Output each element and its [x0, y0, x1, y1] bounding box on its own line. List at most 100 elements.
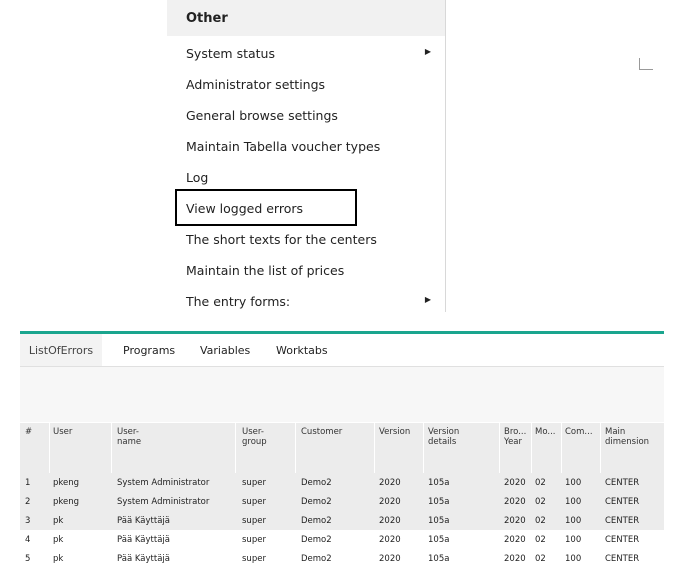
column-header[interactable]: #: [25, 427, 32, 437]
table-cell: 2020: [504, 554, 526, 564]
menu-item-label: General browse settings: [186, 108, 338, 123]
table-cell: System Administrator: [117, 497, 210, 507]
table-cell: 100: [565, 478, 582, 488]
column-header[interactable]: User- name: [117, 427, 141, 447]
column-header[interactable]: Mo...: [535, 427, 556, 437]
column-header[interactable]: Com...: [565, 427, 593, 437]
table-cell: 105a: [428, 497, 450, 507]
menu-item-label: The short texts for the centers: [186, 232, 377, 247]
table-row[interactable]: 5 pk Pää Käyttäjä super Demo2 2020 105a 2020 02 1…: [20, 549, 664, 568]
table-row[interactable]: 2 pkeng System Administrator super Demo2 2020…: [20, 492, 664, 511]
menu-item[interactable]: Maintain the list of prices: [167, 256, 445, 284]
table-cell: pk: [53, 535, 64, 545]
table-row[interactable]: 1 pkeng System Administrator super Demo2 2020…: [20, 473, 664, 492]
table-cell: 2020: [379, 497, 401, 507]
column-separator: [531, 423, 532, 473]
menu-header-label: Other: [186, 11, 228, 26]
table-cell: Demo2: [301, 516, 332, 526]
column-header[interactable]: Version details: [428, 427, 459, 447]
tab-programs[interactable]: Programs: [123, 334, 175, 366]
column-header[interactable]: User- group: [242, 427, 267, 447]
table-cell: 02: [535, 478, 546, 488]
table-cell: System Administrator: [117, 478, 210, 488]
table-row[interactable]: 3 pk Pää Käyttäjä super Demo2 2020 105a 2020 02 1…: [20, 511, 664, 530]
table-cell: pk: [53, 554, 64, 564]
column-separator: [499, 423, 500, 473]
table-cell: 105a: [428, 554, 450, 564]
column-header[interactable]: Customer: [301, 427, 342, 437]
toolbar-area: [20, 367, 664, 422]
menu-item[interactable]: General browse settings: [167, 101, 445, 129]
menu-item[interactable]: Administrator settings: [167, 70, 445, 98]
table-cell: 105a: [428, 478, 450, 488]
table-cell: 3: [25, 516, 31, 526]
submenu-arrow-icon: ▶: [424, 47, 431, 56]
table-cell: 02: [535, 535, 546, 545]
table-cell: 2020: [504, 535, 526, 545]
table-cell: 02: [535, 516, 546, 526]
tab-variables[interactable]: Variables: [200, 334, 250, 366]
table-cell: super: [242, 497, 266, 507]
table-row[interactable]: 4 pk Pää Käyttäjä super Demo2 2020 105a 2020 02 1…: [20, 530, 664, 549]
table-cell: pk: [53, 516, 64, 526]
table-cell: 5: [25, 554, 31, 564]
menu-header: Other: [167, 0, 445, 36]
table-cell: 4: [25, 535, 31, 545]
table-cell: Pää Käyttäjä: [117, 535, 170, 545]
table-cell: 1: [25, 478, 31, 488]
table-cell: super: [242, 516, 266, 526]
table-cell: 2020: [379, 478, 401, 488]
tab-bar: ListOfErrors Programs Variables Worktabs: [20, 334, 664, 367]
table-cell: super: [242, 478, 266, 488]
table-cell: CENTER: [605, 478, 640, 488]
menu-item[interactable]: Maintain Tabella voucher types: [167, 132, 445, 160]
column-header[interactable]: Main dimension: [605, 427, 649, 447]
other-menu: Other System status ▶ Administrator settin…: [167, 0, 446, 312]
table-cell: super: [242, 554, 266, 564]
table-cell: 100: [565, 554, 582, 564]
grid-header: # User User- name User- group Customer Versio…: [20, 423, 664, 473]
table-cell: CENTER: [605, 516, 640, 526]
tab-worktabs[interactable]: Worktabs: [276, 334, 328, 366]
table-cell: Demo2: [301, 554, 332, 564]
column-separator: [295, 423, 296, 473]
table-cell: Pää Käyttäjä: [117, 554, 170, 564]
table-cell: 100: [565, 497, 582, 507]
table-cell: CENTER: [605, 497, 640, 507]
errors-panel: ListOfErrors Programs Variables Worktabs # U…: [20, 331, 664, 578]
submenu-arrow-icon: ▶: [424, 295, 431, 304]
table-cell: 105a: [428, 516, 450, 526]
table-cell: CENTER: [605, 535, 640, 545]
table-cell: 100: [565, 535, 582, 545]
column-header[interactable]: Version: [379, 427, 410, 437]
menu-item[interactable]: System status ▶: [167, 39, 445, 67]
tab-listoferrors[interactable]: ListOfErrors: [20, 334, 102, 366]
column-header[interactable]: Bro... Year: [504, 427, 526, 447]
menu-item-label: Administrator settings: [186, 77, 326, 92]
menu-item[interactable]: Log: [167, 163, 445, 191]
column-separator: [111, 423, 112, 473]
table-cell: 100: [565, 516, 582, 526]
table-cell: Demo2: [301, 535, 332, 545]
table-cell: 2020: [379, 535, 401, 545]
menu-item[interactable]: The short texts for the centers: [167, 225, 445, 253]
column-header[interactable]: User: [53, 427, 72, 437]
table-cell: pkeng: [53, 478, 80, 488]
table-cell: 2020: [379, 554, 401, 564]
menu-item-label: Log: [186, 170, 209, 185]
corner-mark: [639, 58, 653, 70]
menu-item[interactable]: The entry forms: ▶: [167, 287, 445, 315]
table-cell: 2020: [504, 478, 526, 488]
table-cell: Demo2: [301, 478, 332, 488]
column-separator: [423, 423, 424, 473]
table-cell: 105a: [428, 535, 450, 545]
table-cell: pkeng: [53, 497, 80, 507]
table-cell: 2020: [504, 497, 526, 507]
table-cell: 2020: [504, 516, 526, 526]
column-separator: [374, 423, 375, 473]
table-cell: 2: [25, 497, 31, 507]
table-cell: 02: [535, 497, 546, 507]
column-separator: [49, 423, 50, 473]
menu-item-label: Maintain Tabella voucher types: [186, 139, 381, 154]
column-separator: [561, 423, 562, 473]
